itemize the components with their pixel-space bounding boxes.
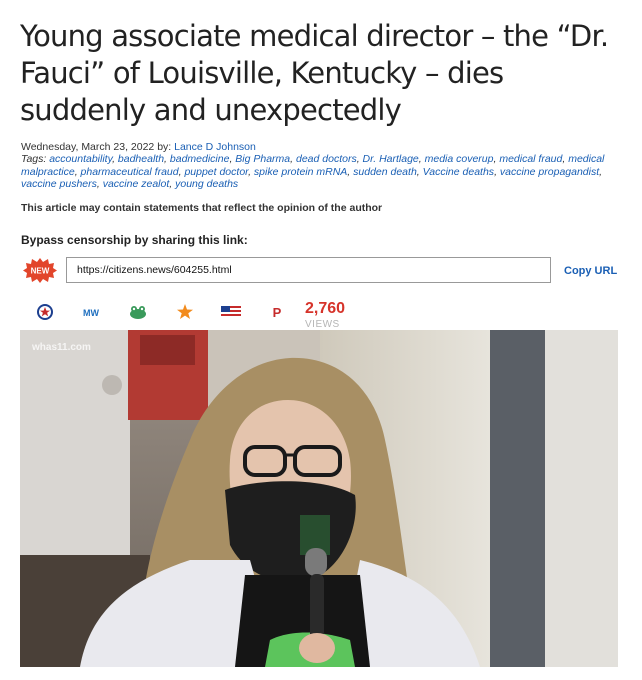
tag-separator: , bbox=[599, 165, 603, 178]
tag-link[interactable]: vaccine zealot bbox=[103, 178, 170, 190]
svg-text:P: P bbox=[273, 305, 282, 320]
flag-icon[interactable] bbox=[220, 302, 242, 322]
tag-link[interactable]: media coverup bbox=[425, 153, 494, 165]
opinion-notice: This article may contain statements that… bbox=[21, 202, 383, 214]
tag-link[interactable]: accountability bbox=[49, 153, 112, 165]
article-headline: Young associate medical director – the “… bbox=[20, 19, 609, 127]
star-shield-icon[interactable] bbox=[34, 302, 56, 322]
frog-icon[interactable] bbox=[127, 302, 149, 322]
tag-link[interactable]: medical fraud bbox=[499, 153, 562, 165]
tag-links: accountability, badhealth, badmedicine, … bbox=[21, 153, 604, 190]
tag-link[interactable]: badhealth bbox=[118, 153, 164, 165]
parler-icon[interactable]: P bbox=[266, 302, 288, 322]
article-photo: whas11.com bbox=[20, 330, 618, 667]
share-url-input[interactable]: https://citizens.news/604255.html bbox=[66, 257, 551, 283]
new-burst-icon: NEW bbox=[23, 258, 57, 283]
bypass-label: Bypass censorship by sharing this link: bbox=[21, 233, 248, 247]
orange-star-icon[interactable] bbox=[174, 302, 196, 322]
views-label: VIEWS bbox=[305, 319, 340, 330]
article-page: Young associate medical director – the “… bbox=[0, 0, 642, 680]
tag-link[interactable]: vaccine pushers bbox=[21, 178, 97, 190]
byline: Wednesday, March 23, 2022 by: Lance D Jo… bbox=[21, 141, 256, 153]
tag-link[interactable]: Dr. Hartlage bbox=[363, 153, 419, 165]
mw-icon[interactable]: MW bbox=[80, 302, 102, 322]
tag-link[interactable]: vaccine propagandist bbox=[500, 166, 599, 178]
tags-label: Tags: bbox=[21, 153, 50, 165]
tag-link[interactable]: Big Pharma bbox=[235, 153, 290, 165]
article-date: Wednesday, March 23, 2022 by: bbox=[21, 141, 175, 153]
tag-link[interactable]: badmedicine bbox=[170, 153, 230, 165]
tag-link[interactable]: sudden death bbox=[353, 166, 417, 178]
views-count: 2,760 bbox=[305, 300, 346, 317]
tag-link[interactable]: puppet doctor bbox=[184, 166, 248, 178]
new-badge-text: NEW bbox=[31, 267, 50, 276]
new-badge: NEW bbox=[23, 258, 57, 283]
photo-watermark: whas11.com bbox=[31, 342, 91, 353]
tag-link[interactable]: Vaccine deaths bbox=[423, 166, 494, 178]
tag-link[interactable]: spike protein mRNA bbox=[254, 166, 347, 178]
tag-link[interactable]: dead doctors bbox=[296, 153, 357, 165]
tag-link[interactable]: pharmaceutical fraud bbox=[81, 166, 179, 178]
tag-link[interactable]: young deaths bbox=[175, 178, 238, 190]
author-link[interactable]: Lance D Johnson bbox=[174, 141, 256, 153]
copy-url-button[interactable]: Copy URL bbox=[564, 265, 617, 277]
svg-text:MW: MW bbox=[83, 308, 99, 318]
photo-illustration: whas11.com bbox=[20, 330, 618, 667]
tags-list: Tags: accountability, badhealth, badmedi… bbox=[21, 153, 621, 191]
